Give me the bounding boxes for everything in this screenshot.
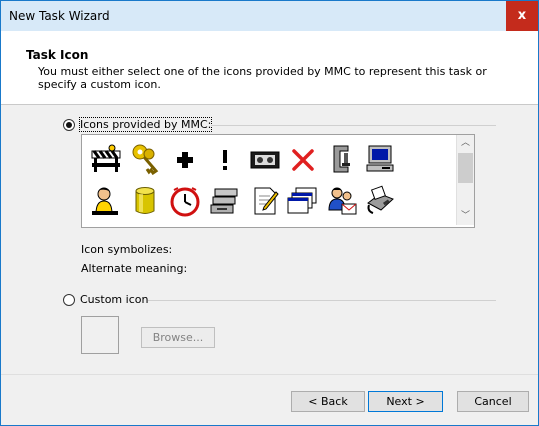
notepad-edit-icon[interactable] <box>249 185 281 217</box>
wizard-header: Task Icon You must either select one of … <box>1 31 538 105</box>
user-icon[interactable] <box>90 185 122 217</box>
construction-barrier-icon[interactable] <box>90 143 122 175</box>
alternate-meaning-label: Alternate meaning: <box>81 262 188 275</box>
cancel-button[interactable]: Cancel <box>457 391 529 412</box>
plus-icon[interactable] <box>169 143 201 175</box>
clock-icon[interactable] <box>169 185 201 217</box>
icon-symbolizes-label: Icon symbolizes: <box>81 243 173 256</box>
windows-stack-icon[interactable] <box>287 185 319 217</box>
tape-drive-icon[interactable] <box>249 143 281 175</box>
close-button[interactable]: x <box>506 1 538 31</box>
scroll-down-icon[interactable]: ﹀ <box>457 208 474 225</box>
browse-button[interactable]: Browse... <box>141 327 215 348</box>
icon-list-scrollbar[interactable]: ︿ ﹀ <box>456 135 474 225</box>
keys-icon[interactable] <box>129 143 161 175</box>
page-description: You must either select one of the icons … <box>38 65 487 91</box>
icon-list[interactable]: ︿ ﹀ <box>81 134 475 228</box>
next-button[interactable]: Next > <box>368 391 443 412</box>
exclamation-icon[interactable] <box>209 143 241 175</box>
database-cylinder-icon[interactable] <box>129 185 161 217</box>
custom-icon-label[interactable]: Custom icon <box>80 293 148 306</box>
title-bar[interactable]: New Task Wizard x <box>1 1 538 31</box>
users-mail-icon[interactable] <box>326 185 358 217</box>
window-title: New Task Wizard <box>9 9 110 23</box>
group-divider <box>211 125 496 126</box>
scroll-up-icon[interactable]: ︿ <box>457 135 474 152</box>
red-x-icon[interactable] <box>287 143 319 175</box>
custom-icon-radio[interactable] <box>63 294 75 306</box>
group-divider <box>148 300 496 301</box>
mmc-icons-radio[interactable] <box>63 119 75 131</box>
fax-icon[interactable] <box>364 185 396 217</box>
page-title: Task Icon <box>26 48 89 62</box>
back-button[interactable]: < Back <box>291 391 365 412</box>
clamp-icon[interactable] <box>326 143 358 175</box>
server-stack-icon[interactable] <box>209 185 241 217</box>
close-icon: x <box>517 8 527 23</box>
wizard-window: New Task Wizard x Task Icon You must eit… <box>0 0 539 426</box>
mmc-icons-label[interactable]: Icons provided by MMC: <box>78 117 213 132</box>
custom-icon-preview <box>81 316 119 354</box>
footer-divider <box>1 374 538 375</box>
computer-icon[interactable] <box>364 143 396 175</box>
scroll-thumb[interactable] <box>458 153 473 183</box>
